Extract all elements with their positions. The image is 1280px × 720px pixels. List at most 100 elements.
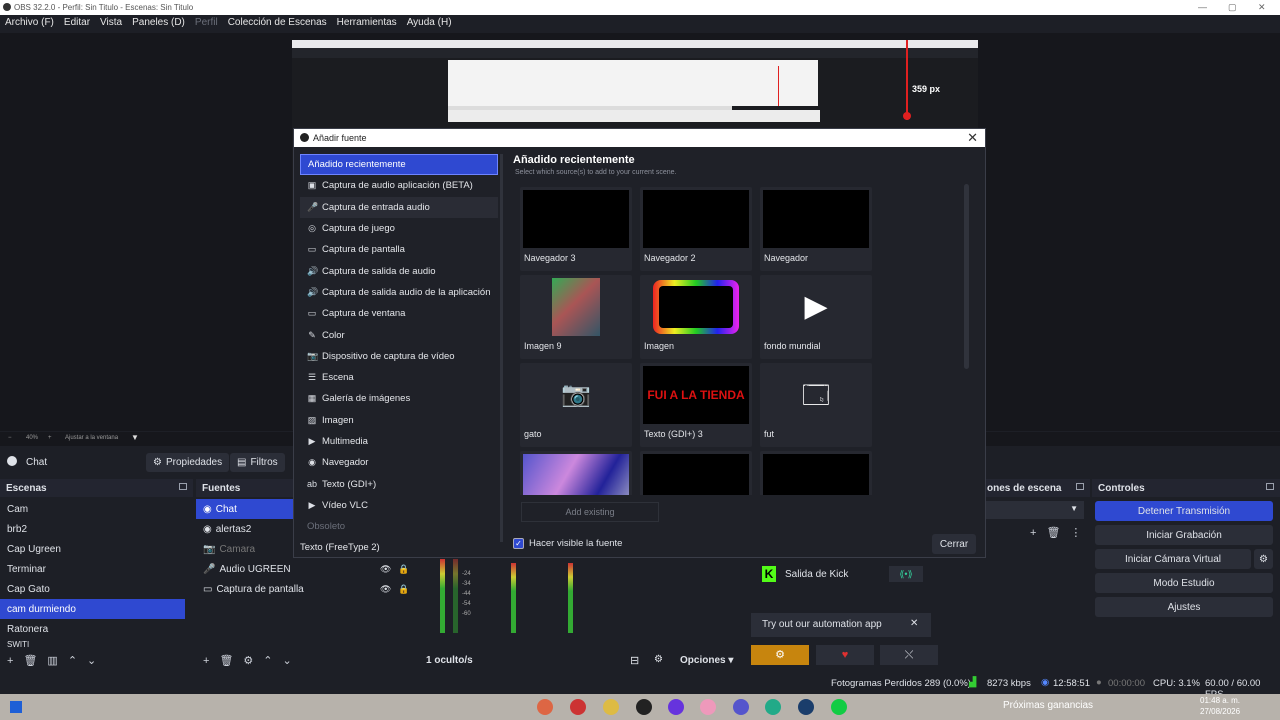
chevron-down-icon[interactable]: ▼ [131, 433, 139, 442]
chevron-up-icon[interactable]: ⌃ [68, 654, 77, 667]
start-recording-button[interactable]: Iniciar Grabación [1095, 525, 1273, 545]
source-tile[interactable]: 🗔 fut [760, 363, 872, 447]
source-tile[interactable]: Navegador 3 [520, 187, 632, 271]
options-button[interactable]: Opciones ▾ [680, 655, 733, 666]
source-type-recent[interactable]: Añadido recientemente [300, 154, 498, 176]
source-type-item[interactable]: 🎤 Captura de entrada audio [300, 196, 498, 218]
source-type-item[interactable]: 🔊 Captura de salida de audio [300, 260, 498, 281]
automation-text[interactable]: Try out our automation app [762, 619, 882, 630]
transition-select[interactable]: ▼ [986, 501, 1084, 519]
scene-item[interactable]: Terminar [0, 559, 185, 579]
scene-item[interactable]: SWITI [0, 639, 185, 649]
source-tile[interactable]: Navegador [760, 187, 872, 271]
kick-status-button[interactable]: ⟪•⟫ [889, 566, 923, 582]
steam-icon[interactable] [798, 699, 814, 715]
studio-mode-button[interactable]: Modo Estudio [1095, 573, 1273, 593]
source-item-selected[interactable]: ◉ Chat [196, 499, 296, 519]
scene-item[interactable]: Cap Ugreen [0, 539, 185, 559]
source-type-item[interactable]: 🔊 Captura de salida audio de la aplicació… [300, 282, 498, 303]
menu-paneles[interactable]: Paneles (D) [127, 15, 190, 33]
news-widget[interactable]: Próximas ganancias [1003, 700, 1093, 711]
add-existing-button[interactable]: Add existing [521, 502, 659, 522]
chevron-down-icon[interactable]: ⌄ [283, 654, 292, 667]
source-tile[interactable]: 📷 gato [520, 363, 632, 447]
scene-item[interactable]: brb2 [0, 519, 185, 539]
more-icon[interactable]: ⋮ [1070, 526, 1081, 539]
app-icon[interactable] [570, 699, 586, 715]
filters-button[interactable]: ▤ Filtros [230, 453, 285, 472]
gear-button[interactable]: ⚙ [751, 645, 809, 665]
zoom-in-icon[interactable]: + [48, 435, 52, 441]
maximize-button[interactable]: ▢ [1228, 2, 1237, 13]
virtual-camera-button[interactable]: Iniciar Cámara Virtual [1095, 549, 1251, 569]
zoom-mode[interactable]: Ajustar a la ventana [65, 435, 118, 441]
menu-perfil[interactable]: Perfil [190, 15, 223, 33]
visible-checkbox-row[interactable]: ✓ Hacer visible la fuente [513, 538, 622, 549]
source-tile[interactable]: ▶ fondo mundial [760, 275, 872, 359]
app-icon[interactable] [668, 699, 684, 715]
minimize-button[interactable]: — [1198, 2, 1207, 12]
settings-icon[interactable]: ⚙ [654, 654, 663, 665]
close-button[interactable]: Cerrar [932, 534, 976, 554]
filter-icon[interactable]: ▥ [47, 654, 57, 667]
lock-icon[interactable]: 🔒 [398, 564, 409, 575]
add-icon[interactable]: + [1030, 527, 1036, 539]
source-type-item[interactable]: ab Texto (GDI+) [300, 473, 498, 494]
source-type-item[interactable]: ◎ Captura de juego [300, 218, 498, 239]
add-icon[interactable]: + [7, 655, 13, 667]
source-type-item[interactable]: Texto (FreeType 2) [300, 537, 498, 558]
chevron-down-icon[interactable]: ⌄ [87, 654, 96, 667]
obs-icon[interactable] [636, 699, 652, 715]
scene-item-selected[interactable]: cam durmiendo [0, 599, 185, 619]
undock-icon[interactable] [1076, 483, 1084, 490]
trash-icon[interactable]: 🗑 [1046, 526, 1060, 539]
menu-ayuda[interactable]: Ayuda (H) [402, 15, 457, 33]
list-scrollbar[interactable] [500, 154, 503, 542]
undock-icon[interactable] [1266, 483, 1274, 490]
source-item[interactable]: ▭ Captura de pantalla 👁 🔒 [196, 579, 414, 599]
trash-icon[interactable]: 🗑 [23, 654, 37, 667]
source-tile[interactable]: Imagen 9 [520, 275, 632, 359]
lock-icon[interactable]: 🔒 [398, 584, 409, 595]
source-type-item[interactable]: ▦ Galería de imágenes [300, 388, 498, 409]
menu-herramientas[interactable]: Herramientas [332, 15, 402, 33]
source-item[interactable]: 🎤 Audio UGREEN 👁 🔒 [196, 559, 414, 579]
settings-button[interactable]: Ajustes [1095, 597, 1273, 617]
eye-icon[interactable]: 👁 [380, 584, 391, 595]
source-type-item[interactable]: ▣ Captura de audio aplicación (BETA) [300, 175, 498, 196]
chevron-up-icon[interactable]: ⌃ [263, 654, 272, 667]
source-tile[interactable]: FUI A LA TIENDA Texto (GDI+) 3 [640, 363, 752, 447]
eye-icon[interactable]: 👁 [380, 564, 391, 575]
discord-icon[interactable] [733, 699, 749, 715]
grid-scrollbar[interactable] [964, 184, 969, 369]
trash-icon[interactable]: 🗑 [219, 654, 233, 667]
spotify-icon[interactable] [831, 699, 847, 715]
app-icon[interactable] [537, 699, 553, 715]
virtual-camera-settings[interactable]: ⚙ [1254, 549, 1273, 569]
scene-item[interactable]: Cam [0, 499, 185, 519]
windows-start-icon[interactable] [10, 701, 22, 713]
chrome-icon[interactable] [603, 699, 619, 715]
scene-item[interactable]: Ratonera [0, 619, 185, 639]
folder-icon[interactable] [700, 699, 716, 715]
gear-icon[interactable]: ⚙ [243, 654, 253, 667]
source-type-item[interactable]: ▶ Vídeo VLC [300, 495, 498, 516]
close-icon[interactable]: ✕ [910, 618, 918, 629]
source-tile[interactable] [640, 451, 752, 495]
scene-item[interactable]: Cap Gato [0, 579, 185, 599]
check-icon[interactable]: ✓ [513, 538, 524, 549]
properties-button[interactable]: ⚙ Propiedades [146, 453, 230, 472]
menu-vista[interactable]: Vista [95, 15, 127, 33]
source-tile[interactable]: Navegador 2 [640, 187, 752, 271]
source-tile[interactable]: Imagen [640, 275, 752, 359]
menu-editar[interactable]: Editar [59, 15, 95, 33]
heart-button[interactable]: ♥ [816, 645, 874, 665]
undock-icon[interactable] [179, 483, 187, 490]
source-type-item[interactable]: ▭ Captura de pantalla [300, 239, 498, 260]
source-type-item[interactable]: ☰ Escena [300, 367, 498, 388]
source-type-item[interactable]: 📷 Dispositivo de captura de vídeo [300, 346, 498, 367]
stop-stream-button[interactable]: Detener Transmisión [1095, 501, 1273, 521]
menu-archivo[interactable]: Archivo (F) [0, 15, 59, 33]
add-icon[interactable]: + [203, 655, 209, 667]
close-button[interactable]: ✕ [1258, 2, 1266, 13]
